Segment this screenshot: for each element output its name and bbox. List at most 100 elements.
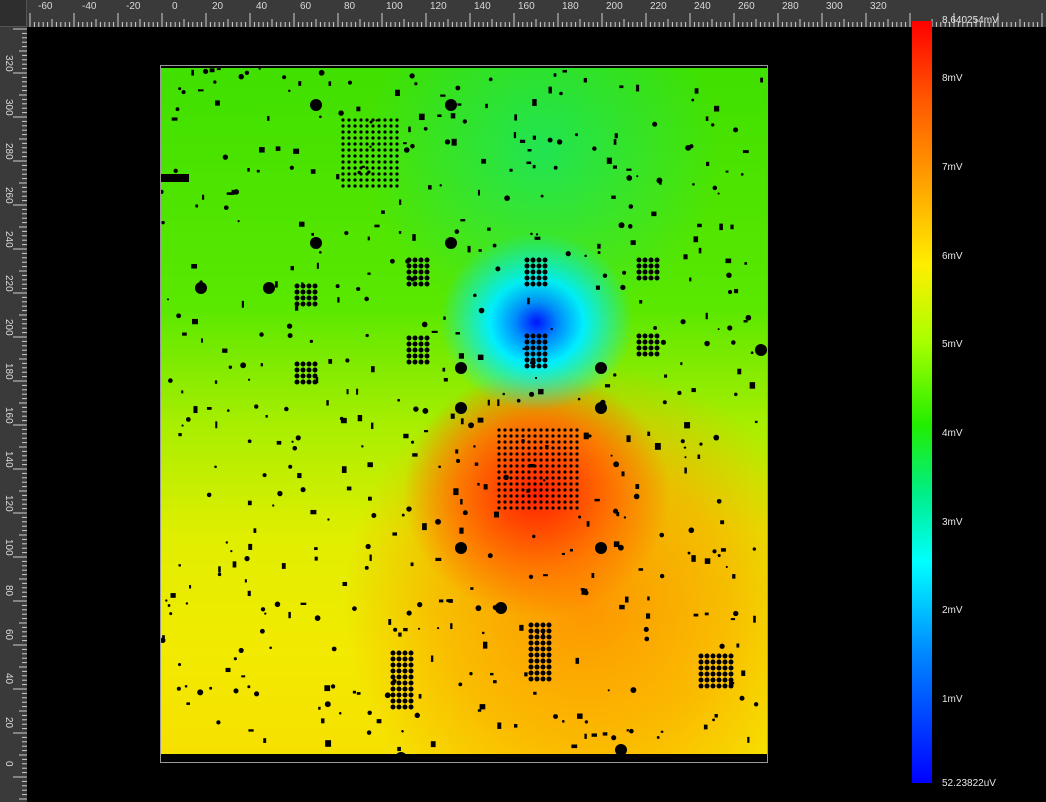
pcb-via (710, 659, 716, 665)
pcb-via (527, 458, 531, 462)
pcb-pad (586, 521, 590, 527)
pcb-pad (612, 165, 617, 169)
pcb-via (515, 476, 519, 480)
pcb-via (359, 136, 363, 140)
pcb-via (244, 70, 250, 75)
pcb-pad (274, 281, 278, 288)
pcb-via (515, 500, 519, 504)
pcb-via (497, 464, 501, 468)
pcb-via (716, 498, 722, 504)
pcb-via (728, 677, 734, 683)
pcb-pad (403, 433, 409, 439)
pcb-via (610, 454, 613, 457)
pcb-via (660, 339, 666, 345)
pcb-via (528, 634, 534, 640)
pcb-pad (189, 585, 192, 589)
pcb-via (584, 254, 587, 258)
pcb-via (396, 674, 402, 680)
pcb-via (704, 653, 710, 659)
pcb-pad (294, 306, 299, 311)
pcb-via (704, 659, 710, 665)
pcb-via (545, 434, 549, 438)
pcb-via (318, 115, 322, 119)
pcb-via (509, 494, 513, 498)
pcb-via (563, 488, 567, 492)
pcb-via (306, 295, 312, 301)
pcb-via (410, 277, 415, 282)
pcb-pad (725, 258, 732, 264)
pcb-via (713, 434, 720, 441)
pcb-via (524, 269, 530, 275)
pcb-via (539, 458, 543, 462)
pcb-via (532, 534, 536, 539)
pcb-via (726, 272, 732, 278)
pcb-via (727, 325, 733, 331)
pcb-pad (248, 543, 253, 550)
pcb-via (294, 361, 300, 367)
pcb-via (277, 490, 283, 497)
pcb-via (300, 289, 306, 295)
pcb-via (719, 643, 725, 649)
pcb-pad (630, 240, 636, 246)
pcb-via (287, 333, 293, 339)
pcb-via (680, 439, 685, 444)
pcb-pad (241, 300, 244, 308)
pcb-via (455, 402, 467, 414)
pcb-via (458, 682, 463, 687)
pcb-pad (477, 709, 482, 712)
pcb-via (683, 446, 687, 449)
pcb-via (365, 333, 369, 338)
voltage-heatmap-board[interactable] (161, 68, 767, 754)
pcb-via (503, 434, 507, 438)
pcb-via (497, 470, 501, 474)
pcb-pad (591, 572, 595, 578)
pcb-pad (192, 318, 199, 325)
pcb-via (364, 296, 369, 302)
pcb-pad (604, 384, 611, 388)
pcb-via (371, 124, 375, 128)
pcb-via (716, 653, 722, 659)
pcb-pad (422, 523, 427, 531)
pcb-pad (167, 604, 171, 607)
pcb-pad (519, 139, 526, 144)
pcb-pad (703, 724, 708, 730)
pcb-via (237, 220, 240, 223)
pcb-via (540, 676, 546, 682)
pcb-via (396, 686, 402, 692)
colorbar-gradient (912, 21, 932, 783)
pcb-pad (337, 297, 340, 303)
pcb-via (459, 367, 465, 373)
pcb-via (521, 488, 525, 492)
pcb-pad (561, 552, 565, 555)
pcb-pad (162, 635, 165, 642)
pcb-pad (553, 73, 557, 77)
pcb-via (542, 363, 548, 369)
pcb-via (652, 121, 658, 127)
pcb-via (527, 500, 531, 504)
pcb-via (395, 130, 399, 134)
pcb-via (405, 259, 410, 264)
pcb-pad (178, 564, 181, 567)
pcb-pad (437, 114, 442, 118)
pcb-via (341, 154, 345, 158)
pcb-via (371, 142, 375, 146)
pcb-via (356, 286, 361, 292)
pcb-via (446, 599, 450, 603)
pcb-pad (310, 169, 316, 174)
pcb-pad (403, 142, 407, 145)
pcb-via (503, 428, 507, 432)
pcb-via (654, 345, 660, 351)
pcb-via (528, 622, 534, 628)
pcb-pad (247, 590, 251, 597)
pcb-via (528, 574, 534, 579)
pcb-via (717, 192, 720, 195)
pcb-via (527, 434, 531, 438)
pcb-pad (522, 347, 529, 350)
pcb-via (383, 142, 387, 146)
pcb-via (497, 440, 501, 444)
pcb-via (515, 452, 519, 456)
pcb-via (418, 353, 424, 359)
colorbar-min-label: 52.23822uV (942, 778, 996, 789)
pcb-via (435, 518, 441, 525)
pcb-via (390, 656, 396, 662)
